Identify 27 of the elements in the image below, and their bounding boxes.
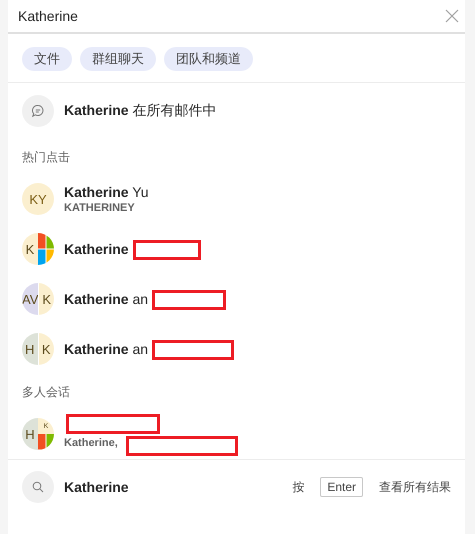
enter-key: Enter	[320, 477, 363, 497]
contact-subtitle: Katherine,	[64, 437, 118, 449]
avatar: KY	[22, 183, 54, 215]
contact-name: Katherine an	[64, 291, 148, 307]
contact-name: Katherine Yu	[64, 184, 149, 200]
filter-chip[interactable]: 群组聊天	[80, 47, 156, 71]
contact-name: Katherine an	[64, 341, 148, 357]
filter-chip[interactable]: 团队和频道	[164, 47, 253, 71]
chat-icon	[31, 104, 45, 118]
contact-item[interactable]: H K Katherine an	[8, 324, 465, 374]
close-icon[interactable]	[445, 9, 459, 23]
contact-name: Katherine	[64, 241, 129, 257]
contact-item[interactable]: AV K Katherine an	[8, 274, 465, 324]
contact-item[interactable]: KY Katherine Yu KATHERINEY	[8, 174, 465, 224]
mail-search-item[interactable]: Katherine 在所有邮件中	[8, 83, 465, 139]
result-text: Katherine 在所有邮件中	[64, 102, 216, 120]
section-label: 多人会话	[21, 384, 71, 401]
section-label: 热门点击	[21, 149, 71, 166]
search-query: Katherine	[64, 479, 129, 495]
search-icon	[32, 481, 44, 493]
hint-text: 查看所有结果	[379, 478, 451, 496]
filter-chip[interactable]: 文件	[22, 47, 72, 71]
search-field[interactable]: Katherine	[18, 8, 445, 24]
tiles-icon	[38, 233, 54, 265]
hint-text: 按	[292, 478, 304, 496]
contact-subtitle: KATHERINEY	[64, 202, 136, 214]
contact-item[interactable]: K Katherine	[8, 224, 465, 274]
